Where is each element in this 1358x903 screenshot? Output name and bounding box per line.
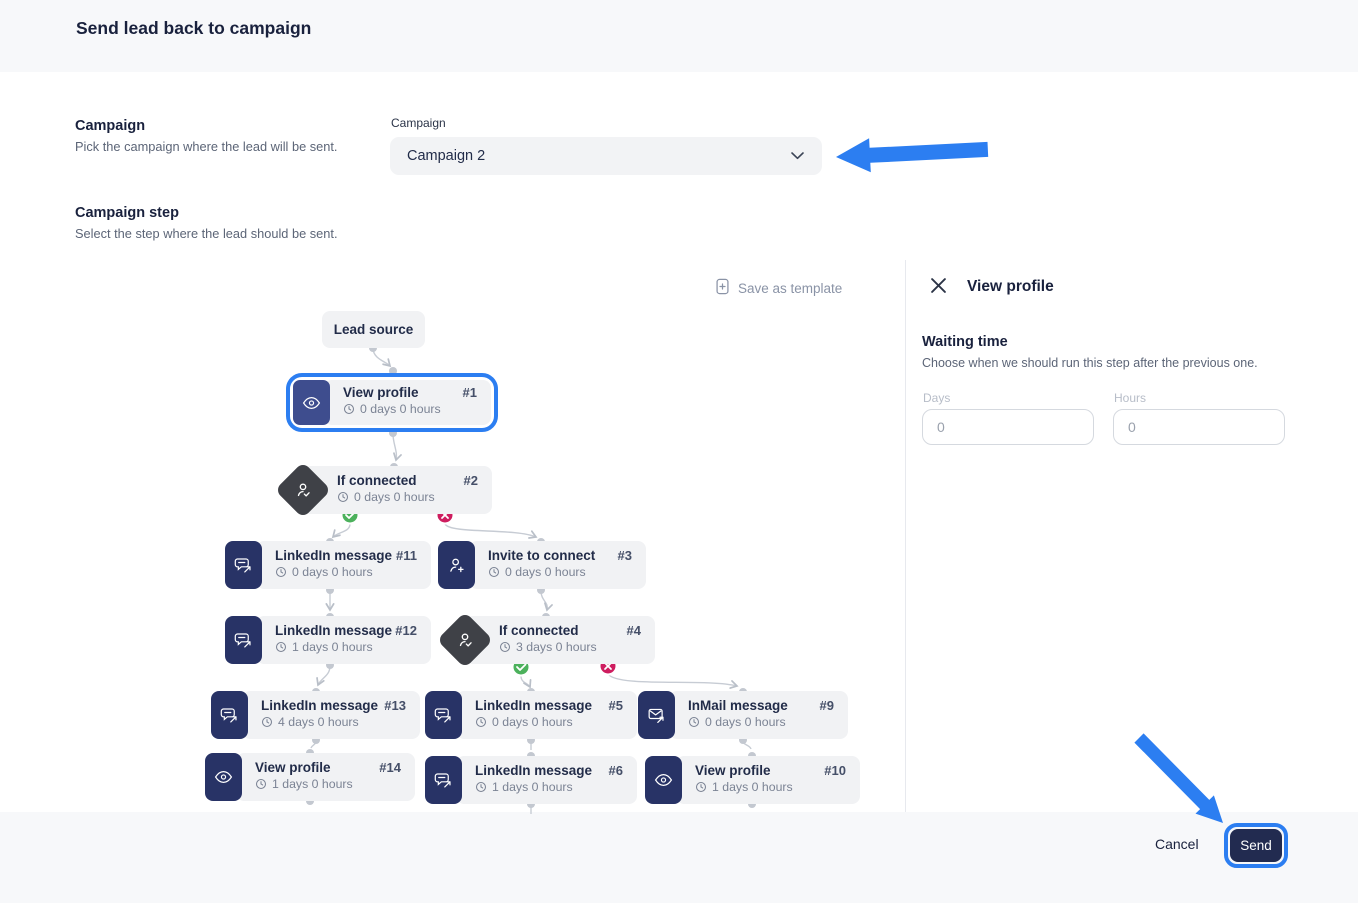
clock-icon: [343, 403, 355, 415]
clock-icon: [688, 716, 700, 728]
chat-arrow-icon: [225, 616, 262, 664]
campaign-section-label: Campaign: [75, 118, 145, 134]
campaign-step-desc: Select the step where the lead should be…: [75, 226, 338, 241]
node-delay: 4 days 0 hours: [278, 715, 359, 729]
flow-node-view-profile-10[interactable]: View profile #10 1 days 0 hours: [645, 756, 860, 804]
person-plus-icon: [438, 541, 475, 589]
node-title: View profile: [695, 763, 771, 778]
cancel-button[interactable]: Cancel: [1155, 836, 1199, 852]
eye-icon: [205, 753, 242, 801]
node-delay: 3 days 0 hours: [516, 640, 597, 654]
clock-icon: [488, 566, 500, 578]
clock-icon: [695, 781, 707, 793]
node-title: If connected: [499, 623, 579, 638]
node-title: LinkedIn message: [275, 623, 392, 638]
flow-node-linkedin-message-5[interactable]: LinkedIn message #5 0 days 0 hours: [425, 691, 637, 739]
node-number: #9: [820, 698, 834, 713]
hours-input[interactable]: [1113, 409, 1285, 445]
waiting-time-title: Waiting time: [922, 334, 1008, 350]
node-number: #1: [463, 385, 477, 400]
clock-icon: [275, 566, 287, 578]
chat-arrow-icon: [425, 756, 462, 804]
node-delay: 1 days 0 hours: [292, 640, 373, 654]
node-title: InMail message: [688, 698, 788, 713]
clock-icon: [337, 491, 349, 503]
node-number: #5: [609, 698, 623, 713]
clock-icon: [499, 641, 511, 653]
node-number: #13: [384, 698, 406, 713]
node-delay: 1 days 0 hours: [712, 780, 793, 794]
send-button[interactable]: Send: [1230, 829, 1282, 862]
eye-icon: [645, 756, 682, 804]
clock-icon: [255, 778, 267, 790]
node-title: LinkedIn message: [261, 698, 378, 713]
campaign-select-value: Campaign 2: [407, 148, 485, 164]
node-number: #2: [464, 473, 478, 488]
node-title: LinkedIn message: [275, 548, 392, 563]
campaign-field-label: Campaign: [391, 116, 446, 130]
waiting-time-desc: Choose when we should run this step afte…: [922, 356, 1258, 370]
chat-arrow-icon: [225, 541, 262, 589]
node-delay: 0 days 0 hours: [705, 715, 786, 729]
flow-node-linkedin-message-12[interactable]: LinkedIn message#12 1 days 0 hours: [225, 616, 431, 664]
flow-node-invite-to-connect-3[interactable]: Invite to connect #3 0 days 0 hours: [438, 541, 646, 589]
node-title: Invite to connect: [488, 548, 595, 563]
node-number: #3: [618, 548, 632, 563]
annotation-arrow-send: [1134, 733, 1223, 823]
node-number: #12: [395, 623, 417, 638]
mail-arrow-icon: [638, 691, 675, 739]
flow-node-view-profile-14[interactable]: View profile #14 1 days 0 hours: [205, 753, 415, 801]
annotation-arrow-dropdown: [836, 138, 988, 172]
save-as-template-label: Save as template: [738, 281, 842, 296]
node-title: If connected: [337, 473, 417, 488]
node-number: #4: [627, 623, 641, 638]
node-number: #11: [396, 548, 417, 563]
node-title: View profile: [343, 385, 419, 400]
send-highlight-ring: Send: [1224, 823, 1288, 868]
campaign-section-desc: Pick the campaign where the lead will be…: [75, 139, 337, 154]
flow-node-linkedin-message-11[interactable]: LinkedIn message #11 0 days 0 hours: [225, 541, 431, 589]
chevron-down-icon: [791, 147, 804, 165]
clock-icon: [275, 641, 287, 653]
flow-node-view-profile-1[interactable]: View profile #1 0 days 0 hours: [293, 380, 491, 425]
clock-icon: [261, 716, 273, 728]
node-delay: 0 days 0 hours: [505, 565, 586, 579]
lead-source-node[interactable]: Lead source: [322, 311, 425, 348]
hours-label: Hours: [1114, 391, 1146, 405]
node-delay: 0 days 0 hours: [360, 402, 441, 416]
node-number: #14: [379, 760, 401, 775]
eye-icon: [293, 380, 330, 425]
flow-node-linkedin-message-13[interactable]: LinkedIn message #13 4 days 0 hours: [211, 691, 420, 739]
node-title: LinkedIn message: [475, 763, 592, 778]
days-label: Days: [923, 391, 950, 405]
selected-step-highlight: View profile #1 0 days 0 hours: [286, 373, 498, 432]
panel-title: View profile: [967, 278, 1054, 296]
modal-footer: [0, 812, 1358, 903]
node-delay: 0 days 0 hours: [292, 565, 373, 579]
node-delay: 1 days 0 hours: [492, 780, 573, 794]
days-input[interactable]: [922, 409, 1094, 445]
node-delay: 0 days 0 hours: [492, 715, 573, 729]
node-delay: 0 days 0 hours: [354, 490, 435, 504]
node-number: #6: [609, 763, 623, 778]
chat-arrow-icon: [425, 691, 462, 739]
clock-icon: [475, 781, 487, 793]
modal-header: Send lead back to campaign: [0, 0, 1358, 72]
panel-divider: [905, 260, 906, 812]
page-title: Send lead back to campaign: [76, 18, 311, 39]
save-as-template-button[interactable]: Save as template: [715, 278, 842, 298]
chat-arrow-icon: [211, 691, 248, 739]
campaign-step-label: Campaign step: [75, 205, 179, 221]
clock-icon: [475, 716, 487, 728]
node-delay: 1 days 0 hours: [272, 777, 353, 791]
node-number: #10: [824, 763, 846, 778]
close-icon[interactable]: [931, 278, 951, 298]
flow-node-inmail-message-9[interactable]: InMail message #9 0 days 0 hours: [638, 691, 848, 739]
campaign-select[interactable]: Campaign 2: [390, 137, 822, 175]
node-title: View profile: [255, 760, 331, 775]
node-title: LinkedIn message: [475, 698, 592, 713]
flow-node-linkedin-message-6[interactable]: LinkedIn message #6 1 days 0 hours: [425, 756, 637, 804]
document-plus-icon: [715, 278, 730, 298]
